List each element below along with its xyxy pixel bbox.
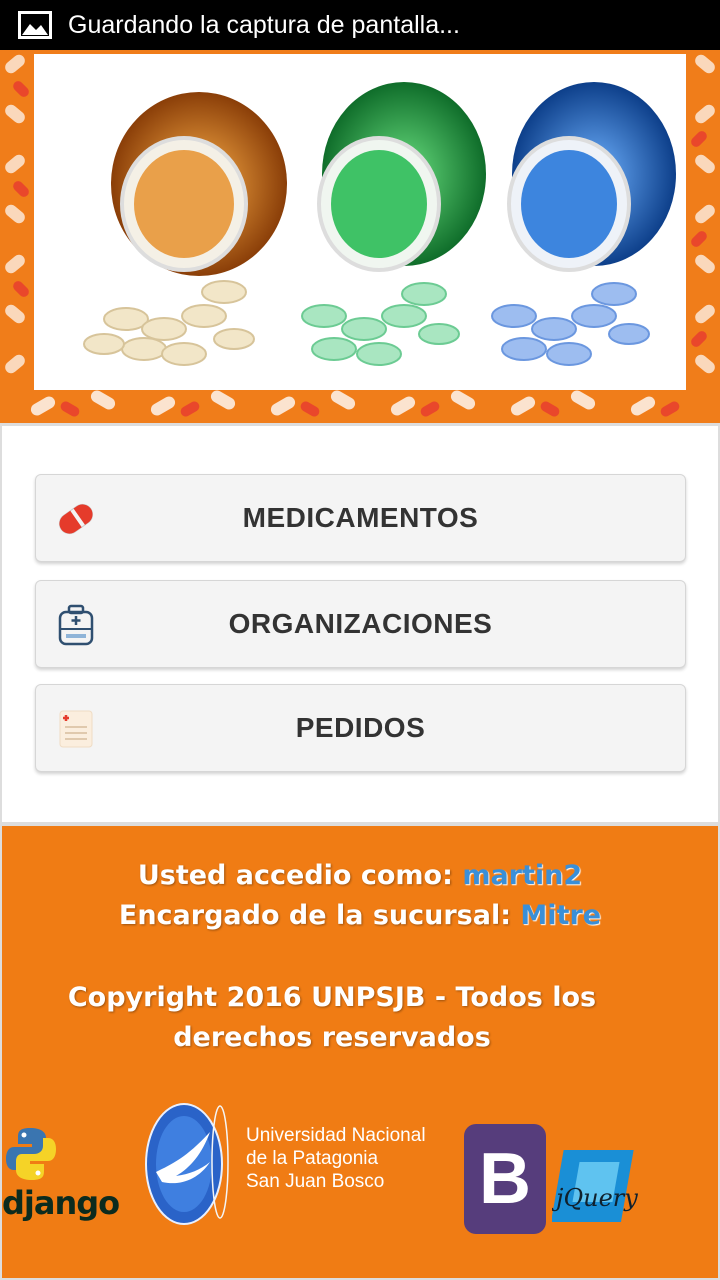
organizaciones-label: ORGANIZACIONES	[228, 608, 493, 639]
jquery-logo-text: jQuery	[552, 1184, 638, 1212]
medicamentos-label: MEDICAMENTOS	[242, 502, 479, 533]
pill-bottles-photo	[34, 54, 686, 390]
green-bottle	[301, 82, 486, 366]
copyright-line-2: derechos reservados	[173, 1022, 491, 1053]
status-bar: Guardando la captura de pantalla...	[0, 0, 720, 50]
copyright-text: Copyright 2016 UNPSJB - Todos los derech…	[42, 978, 622, 1058]
university-line-2: de la Patagonia	[246, 1148, 379, 1169]
university-line-1: Universidad Nacional	[246, 1125, 426, 1146]
user-prefix: Usted accedio como:	[137, 860, 453, 891]
bootstrap-letter: B	[479, 1139, 531, 1219]
app-screen: MEDICAMENTOS ORGANIZACIONES PEDIDOS Uste…	[0, 50, 720, 1280]
first-aid-kit-icon	[58, 604, 94, 646]
logged-user-line: Usted accedio como: martin2	[2, 860, 718, 891]
branch-link[interactable]: Mitre	[520, 900, 601, 931]
university-name: Universidad Nacional de la Patagonia San…	[246, 1124, 426, 1193]
banner	[0, 50, 720, 423]
blue-bottle	[491, 82, 676, 366]
image-icon	[18, 11, 52, 39]
django-logo-text: django	[2, 1184, 120, 1222]
pedidos-button[interactable]: PEDIDOS	[35, 684, 686, 772]
copyright-line-1: Copyright 2016 UNPSJB - Todos los	[67, 982, 597, 1013]
branch-prefix: Encargado de la sucursal:	[118, 900, 512, 931]
organizaciones-button[interactable]: ORGANIZACIONES	[35, 580, 686, 668]
status-text: Guardando la captura de pantalla...	[68, 10, 460, 39]
university-seal-logo-icon	[145, 1103, 229, 1225]
university-line-3: San Juan Bosco	[246, 1171, 385, 1192]
jquery-logo-icon: jQuery	[552, 1150, 638, 1222]
medicamentos-button[interactable]: MEDICAMENTOS	[35, 474, 686, 562]
branch-line: Encargado de la sucursal: Mitre	[2, 900, 718, 931]
username-link[interactable]: martin2	[462, 860, 582, 891]
main-menu: MEDICAMENTOS ORGANIZACIONES PEDIDOS	[2, 426, 718, 822]
bootstrap-logo: B	[464, 1124, 546, 1234]
orange-bottle	[83, 92, 287, 366]
pedidos-label: PEDIDOS	[295, 712, 426, 743]
pill-capsule-icon	[58, 503, 94, 535]
prescription-note-icon	[59, 710, 93, 748]
python-logo-icon	[6, 1128, 56, 1180]
